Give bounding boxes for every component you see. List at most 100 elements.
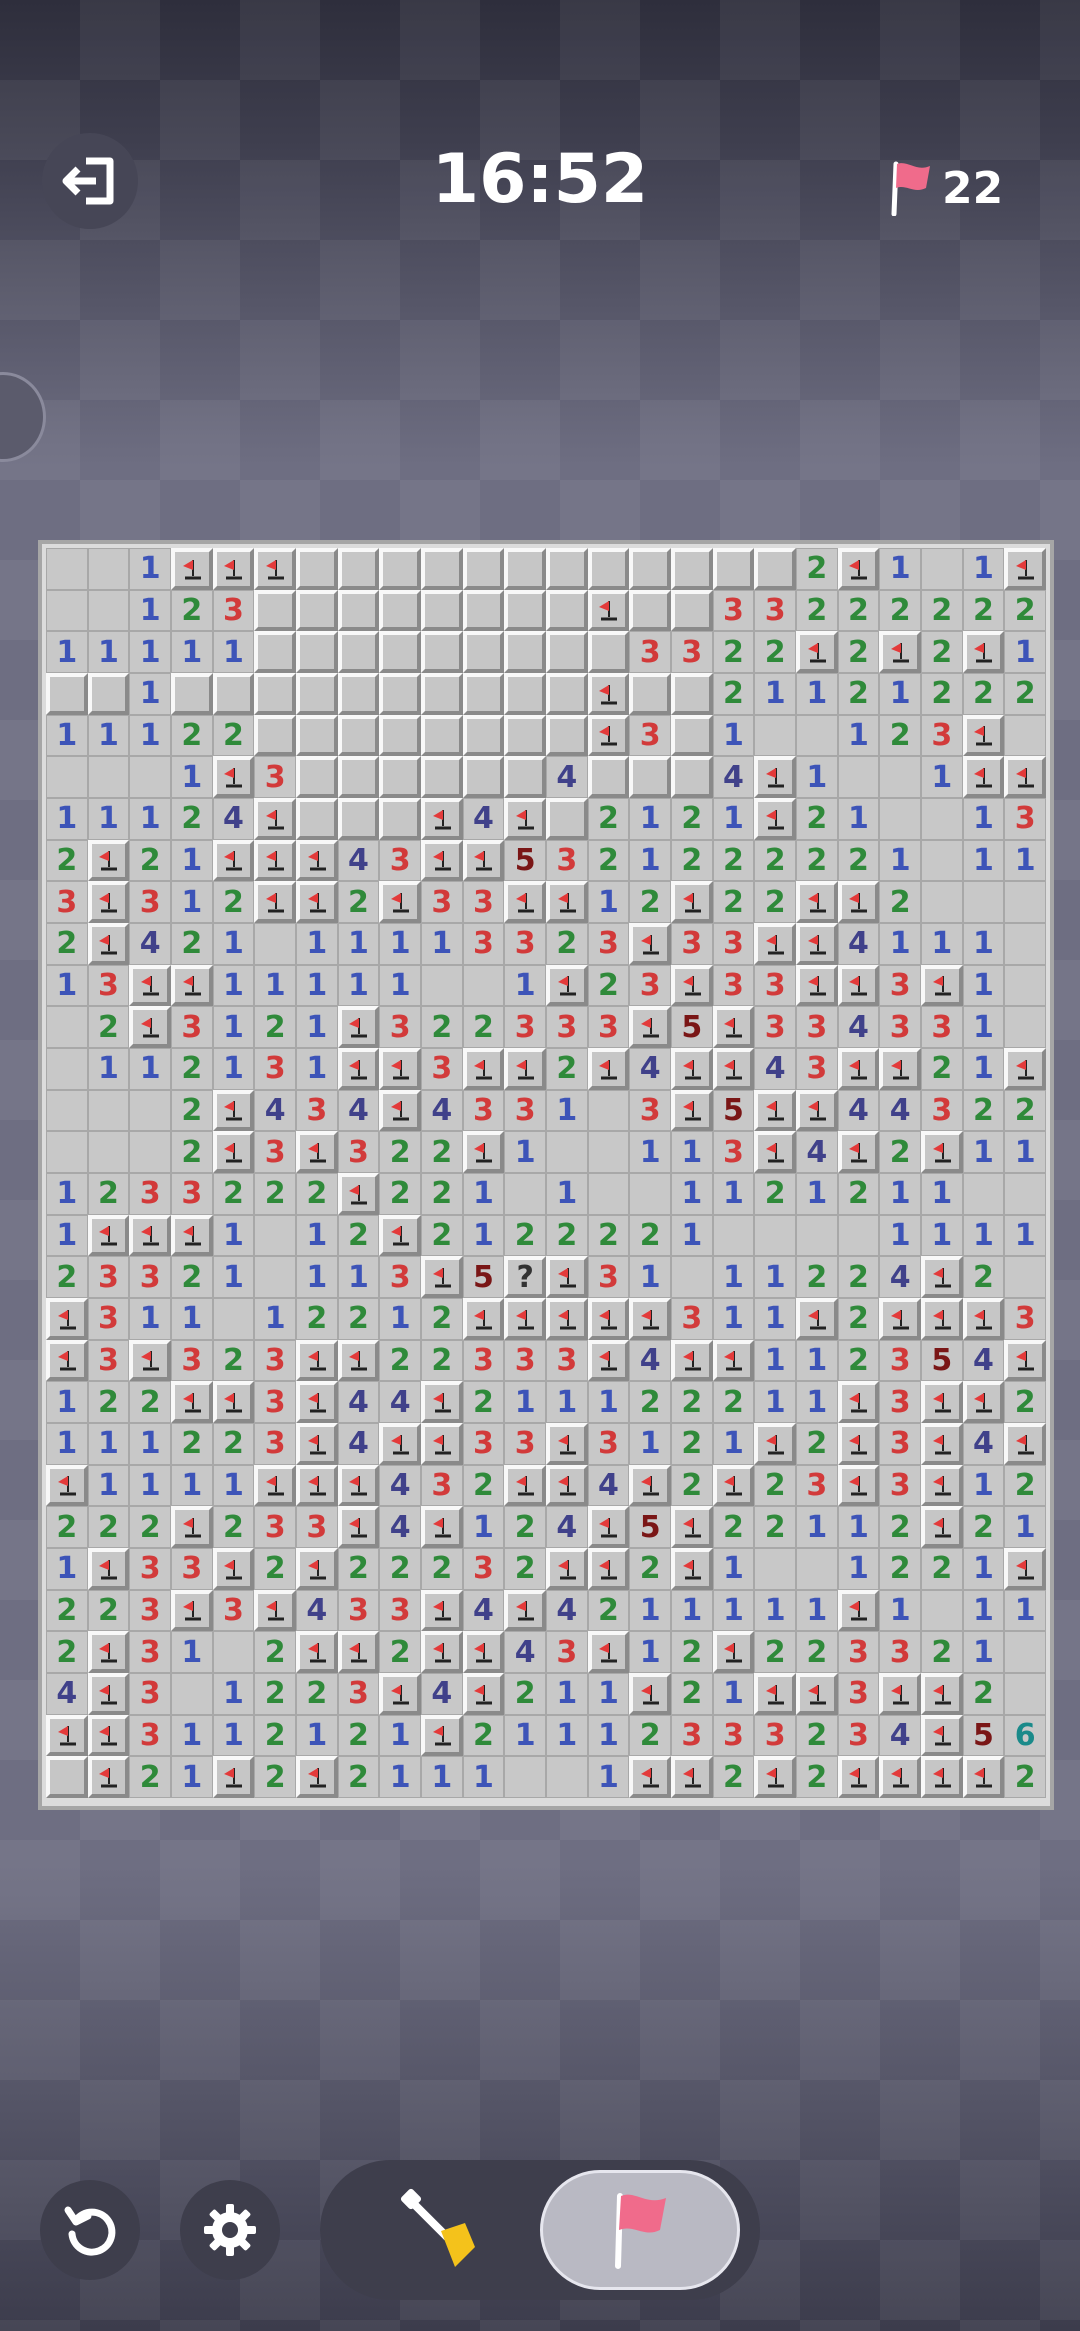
covered-cell[interactable]: [754, 548, 796, 590]
flagged-cell[interactable]: [754, 923, 796, 965]
flagged-cell[interactable]: [629, 1006, 671, 1048]
number-cell[interactable]: 1: [212, 1714, 255, 1757]
number-cell[interactable]: 4: [629, 1339, 671, 1382]
number-cell[interactable]: 2: [421, 1214, 463, 1257]
number-cell[interactable]: 3: [671, 1714, 713, 1757]
number-cell[interactable]: 3: [1004, 1298, 1046, 1340]
flagged-cell[interactable]: [87, 923, 130, 965]
number-cell[interactable]: 3: [421, 1048, 463, 1090]
number-cell[interactable]: 2: [1004, 589, 1046, 632]
number-cell[interactable]: 2: [837, 631, 880, 673]
number-cell[interactable]: 3: [546, 839, 588, 882]
number-cell[interactable]: 2: [754, 1506, 796, 1548]
number-cell[interactable]: 2: [712, 631, 755, 673]
flagged-cell[interactable]: [587, 673, 630, 715]
number-cell[interactable]: 3: [879, 1381, 921, 1423]
number-cell[interactable]: 3: [129, 1714, 171, 1757]
number-cell[interactable]: 3: [671, 923, 713, 965]
flagged-cell[interactable]: [754, 1131, 796, 1173]
number-cell[interactable]: 1: [129, 1423, 171, 1465]
flagged-cell[interactable]: [921, 1673, 963, 1715]
number-cell[interactable]: 3: [712, 1714, 755, 1757]
number-cell[interactable]: 2: [754, 1173, 796, 1215]
number-cell[interactable]: 2: [171, 923, 213, 965]
empty-cell[interactable]: [254, 923, 296, 965]
number-cell[interactable]: 4: [421, 1089, 463, 1132]
number-cell[interactable]: 3: [754, 589, 796, 632]
number-cell[interactable]: 2: [587, 1214, 630, 1257]
empty-cell[interactable]: [837, 756, 880, 798]
number-cell[interactable]: 1: [962, 1631, 1005, 1673]
flagged-cell[interactable]: [754, 1423, 796, 1465]
flagged-cell[interactable]: [337, 1048, 380, 1090]
number-cell[interactable]: 2: [254, 1006, 296, 1048]
flagged-cell[interactable]: [837, 1381, 880, 1423]
number-cell[interactable]: 2: [962, 1256, 1005, 1298]
number-cell[interactable]: 4: [129, 923, 171, 965]
number-cell[interactable]: 2: [879, 881, 921, 923]
number-cell[interactable]: 2: [337, 881, 380, 923]
number-cell[interactable]: 2: [171, 1423, 213, 1465]
number-cell[interactable]: 3: [129, 1631, 171, 1673]
number-cell[interactable]: 3: [712, 964, 755, 1007]
number-cell[interactable]: 1: [337, 923, 380, 965]
number-cell[interactable]: 3: [1004, 798, 1046, 840]
number-cell[interactable]: 1: [421, 1756, 463, 1798]
flagged-cell[interactable]: [504, 798, 546, 840]
number-cell[interactable]: 1: [212, 1256, 255, 1298]
number-cell[interactable]: 4: [796, 1131, 838, 1173]
flagged-cell[interactable]: [1004, 1548, 1046, 1590]
flagged-cell[interactable]: [921, 1423, 963, 1465]
number-cell[interactable]: 2: [671, 839, 713, 882]
flagged-cell[interactable]: [546, 1464, 588, 1507]
covered-cell[interactable]: [337, 673, 380, 715]
number-cell[interactable]: 4: [962, 1423, 1005, 1465]
empty-cell[interactable]: [1004, 1256, 1046, 1298]
number-cell[interactable]: 4: [837, 923, 880, 965]
number-cell[interactable]: 2: [129, 1381, 171, 1423]
flagged-cell[interactable]: [921, 1256, 963, 1298]
number-cell[interactable]: 1: [587, 1381, 630, 1423]
number-cell[interactable]: 3: [796, 1048, 838, 1090]
number-cell[interactable]: 3: [587, 1256, 630, 1298]
number-cell[interactable]: 2: [921, 1548, 963, 1590]
number-cell[interactable]: 1: [129, 1464, 171, 1507]
flagged-cell[interactable]: [629, 1464, 671, 1507]
covered-cell[interactable]: [421, 714, 463, 757]
number-cell[interactable]: 3: [171, 1339, 213, 1382]
covered-cell[interactable]: [171, 673, 213, 715]
flagged-cell[interactable]: [796, 881, 838, 923]
number-cell[interactable]: 2: [212, 1339, 255, 1382]
number-cell[interactable]: 2: [837, 1173, 880, 1215]
flagged-cell[interactable]: [46, 1298, 88, 1340]
covered-cell[interactable]: [671, 714, 713, 757]
number-cell[interactable]: 1: [46, 1548, 88, 1590]
number-cell[interactable]: 4: [379, 1381, 421, 1423]
number-cell[interactable]: 5: [962, 1714, 1005, 1757]
flagged-cell[interactable]: [587, 714, 630, 757]
number-cell[interactable]: 1: [587, 881, 630, 923]
empty-cell[interactable]: [1004, 1673, 1046, 1715]
flagged-cell[interactable]: [796, 1673, 838, 1715]
number-cell[interactable]: 2: [962, 1673, 1005, 1715]
covered-cell[interactable]: [421, 548, 463, 590]
number-cell[interactable]: 1: [171, 1714, 213, 1757]
flagged-cell[interactable]: [212, 1131, 255, 1173]
number-cell[interactable]: 2: [254, 1173, 296, 1215]
number-cell[interactable]: 1: [796, 1506, 838, 1548]
flagged-cell[interactable]: [546, 1256, 588, 1298]
empty-cell[interactable]: [46, 756, 88, 798]
flagged-cell[interactable]: [587, 1506, 630, 1548]
empty-cell[interactable]: [921, 798, 963, 840]
number-cell[interactable]: 1: [379, 1298, 421, 1340]
flagged-cell[interactable]: [629, 1298, 671, 1340]
number-cell[interactable]: 4: [254, 1089, 296, 1132]
number-cell[interactable]: 2: [171, 798, 213, 840]
flagged-cell[interactable]: [296, 1756, 338, 1798]
empty-cell[interactable]: [587, 1173, 630, 1215]
flagged-cell[interactable]: [296, 1339, 338, 1382]
flagged-cell[interactable]: [171, 1381, 213, 1423]
number-cell[interactable]: 2: [337, 1714, 380, 1757]
number-cell[interactable]: 1: [962, 839, 1005, 882]
number-cell[interactable]: 2: [629, 881, 671, 923]
